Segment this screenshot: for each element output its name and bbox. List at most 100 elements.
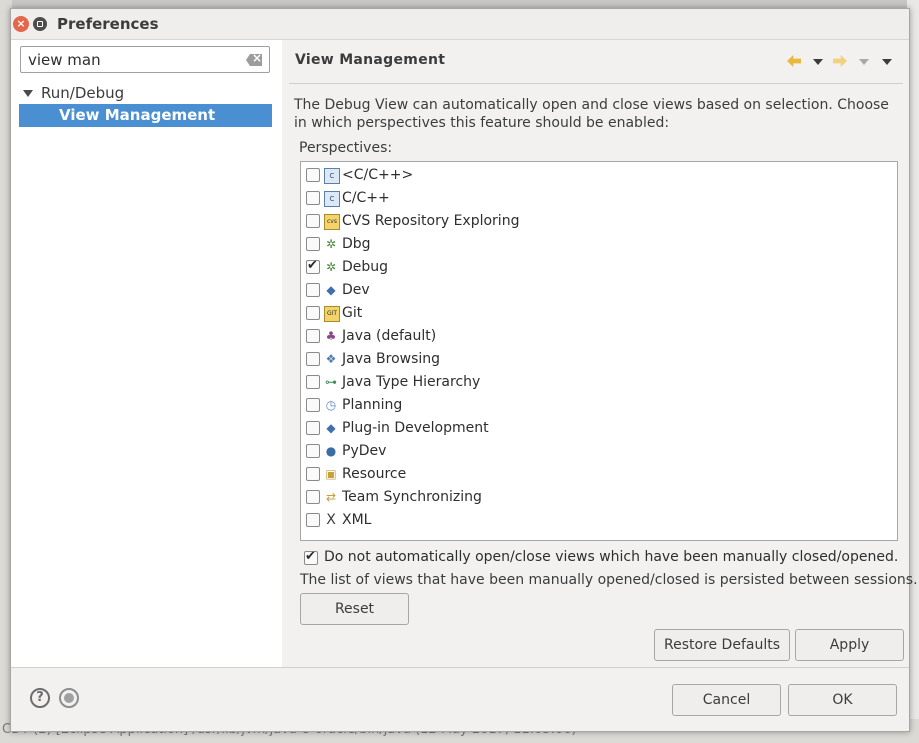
help-icon[interactable]: ? [30,688,50,708]
list-item[interactable]: C C/C++ [306,188,886,210]
plugin-icon: ◆ [326,421,336,435]
list-item[interactable]: ◆ Dev [306,280,886,302]
perspective-checkbox[interactable] [306,214,320,228]
perspective-label: XML [342,512,372,528]
record-icon[interactable] [59,688,79,708]
java-browsing-icon: ❖ [325,352,337,366]
perspective-label: Java (default) [342,328,437,344]
perspective-checkbox[interactable] [306,513,320,527]
cancel-button[interactable]: Cancel [672,684,781,716]
forward-button[interactable] [833,53,849,71]
view-menu-icon[interactable] [882,59,892,65]
plugin-icon: ◆ [326,283,336,297]
java-icon: ♣ [325,329,337,343]
perspective-checkbox[interactable] [306,490,320,504]
list-item[interactable]: ◆ Plug-in Development [306,418,886,440]
list-item[interactable]: ◷ Planning [306,395,886,417]
perspective-label: Dev [342,282,370,298]
cvs-icon: cvs [324,214,340,230]
tree-item-label: Run/Debug [41,84,125,102]
manual-views-checkbox[interactable] [304,549,318,565]
list-item[interactable]: cvs CVS Repository Exploring [306,211,886,233]
perspective-checkbox[interactable] [306,306,320,320]
list-item[interactable]: C <C/C++> [306,165,886,187]
perspective-label: PyDev [342,443,387,459]
tree-item-view-management[interactable]: View Management [19,104,272,127]
preference-page: View Management The Debug View can autom… [282,40,918,667]
perspective-checkbox[interactable] [306,375,320,389]
resource-icon: ▣ [325,467,337,481]
perspective-checkbox[interactable] [306,467,320,481]
perspective-label: Dbg [342,236,371,252]
perspective-label: Java Browsing [342,351,441,367]
team-sync-icon: ⇄ [325,490,337,504]
debug-bug-icon: ✲ [325,237,337,251]
xml-icon: X [326,512,336,528]
perspective-label: Debug [342,259,389,275]
perspective-checkbox[interactable] [306,352,320,366]
back-history-dropdown-icon[interactable] [813,59,823,65]
list-item[interactable]: ♣ Java (default) [306,326,886,348]
cpp-perspective-icon: C [324,168,340,184]
clock-icon: ◷ [325,398,337,412]
perspective-checkbox[interactable] [306,191,320,205]
dialog-title: Preferences [57,15,159,33]
ok-button[interactable]: OK [788,684,897,716]
perspective-checkbox[interactable] [306,283,320,297]
hierarchy-icon: ⊶ [325,375,337,389]
maximize-icon[interactable] [33,17,47,31]
perspective-label: Plug-in Development [342,420,489,436]
list-item[interactable]: X XML [306,510,886,532]
manual-views-option-label: Do not automatically open/close views wh… [324,549,899,565]
perspective-label: C/C++ [342,190,390,206]
back-button[interactable] [787,53,803,71]
python-icon: ● [325,444,337,458]
perspective-checkbox[interactable] [306,329,320,343]
list-item[interactable]: ▣ Resource [306,464,886,486]
cpp-perspective-icon: C [324,191,340,207]
header-divider [289,83,903,84]
preference-tree-pane: view man Run/Debug View Management [11,40,282,667]
filter-input-value: view man [28,51,101,69]
perspective-checkbox[interactable] [306,421,320,435]
perspective-checkbox[interactable] [306,258,320,274]
perspective-checkbox[interactable] [306,237,320,251]
list-item[interactable]: ✲ Debug [306,257,886,279]
title-bar: × Preferences [11,9,909,40]
footer-divider [11,667,909,668]
clear-icon[interactable] [246,54,262,66]
apply-button[interactable]: Apply [795,629,904,661]
perspectives-label: Perspectives: [299,140,393,156]
perspectives-list[interactable]: C <C/C++> C C/C++ cvs CVS Repository Exp… [300,161,898,541]
list-item[interactable]: ⇄ Team Synchronizing [306,487,886,509]
tree-item-label: View Management [59,106,216,124]
perspective-checkbox[interactable] [306,398,320,412]
page-title: View Management [295,52,446,68]
git-icon: GIT [324,306,340,322]
list-item[interactable]: ❖ Java Browsing [306,349,886,371]
debug-bug-icon: ✲ [325,260,337,274]
tree-item-run-debug[interactable]: Run/Debug [23,84,124,102]
forward-history-dropdown-icon[interactable] [859,59,869,65]
perspective-label: Resource [342,466,407,482]
perspective-label: Planning [342,397,403,413]
list-item[interactable]: ✲ Dbg [306,234,886,256]
filter-input[interactable]: view man [20,46,270,73]
list-item[interactable]: ⊶ Java Type Hierarchy [306,372,886,394]
back-arrow-icon [787,55,801,67]
perspective-label: Java Type Hierarchy [342,374,481,390]
perspective-label: CVS Repository Exploring [342,213,520,229]
page-description: The Debug View can automatically open an… [294,97,889,131]
reset-button[interactable]: Reset [300,593,409,625]
perspective-label: Git [342,305,363,321]
preferences-dialog: × Preferences view man Run/Debug View Ma… [10,8,918,732]
perspective-checkbox[interactable] [306,444,320,458]
list-item[interactable]: GIT Git [306,303,886,325]
close-icon[interactable]: × [13,16,29,32]
list-item[interactable]: ● PyDev [306,441,886,463]
expand-arrow-icon[interactable] [23,90,33,97]
perspective-label: <C/C++> [342,167,414,183]
perspective-checkbox[interactable] [306,168,320,182]
restore-defaults-button[interactable]: Restore Defaults [654,629,790,661]
persisted-info-text: The list of views that have been manuall… [300,572,918,588]
